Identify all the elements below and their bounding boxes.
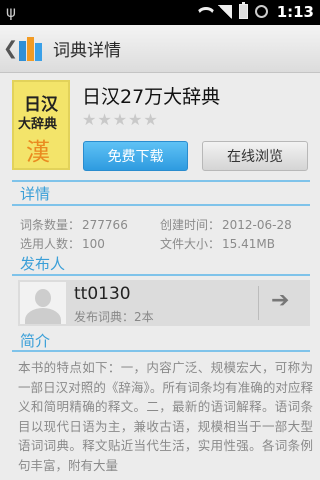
section-divider [12,350,310,352]
section-divider [12,180,310,182]
browse-online-button[interactable]: 在线浏览 [202,141,308,171]
star-icon: ★ [97,110,112,129]
book-cover-image: 日汉 大辞典 漢 [12,80,70,170]
publisher-card[interactable]: tt0130 发布词典：2本 ➔ [18,280,310,326]
section-divider [12,204,310,206]
free-download-button[interactable]: 免费下载 [83,141,188,171]
signal-icon [218,4,232,19]
details-heading: 详情 [20,185,51,203]
publisher-dict-count: 发布词典：2本 [74,310,154,324]
rating-stars: ★ ★ ★ ★ ★ [82,112,158,128]
book-title: 日汉27万大辞典 [82,86,221,108]
user-count: 选用人数： 100 [20,237,105,251]
app-logo-icon[interactable] [17,35,45,63]
file-size: 文件大小： 15.41MB [160,237,275,251]
star-icon: ★ [112,110,128,129]
star-icon: ★ [82,110,97,129]
status-time: 1:13 [276,3,314,21]
section-divider [12,274,310,276]
status-icons [195,2,268,19]
publisher-heading: 发布人 [20,255,66,273]
arrow-right-icon[interactable]: ➔ [271,288,289,313]
intro-heading: 简介 [20,332,51,350]
avatar [20,282,66,324]
card-divider [258,286,259,320]
intro-text: 本书的特点如下：一，内容广泛、规模宏大，可称为一部日汉对照的《辞海》。所有词条均… [18,360,313,473]
page-title: 词典详情 [53,41,121,61]
alarm-icon [255,5,268,18]
title-bar: ❮ 词典详情 [0,25,320,73]
usb-icon: ψ [6,3,16,21]
status-bar: ψ 1:13 [0,0,320,25]
entry-count: 词条数量： 277766 [20,218,128,232]
created-time: 创建时间： 2012-06-28 [160,218,292,232]
star-icon: ★ [143,110,158,129]
star-icon: ★ [128,110,143,129]
back-icon[interactable]: ❮ [3,38,18,59]
wifi-icon [195,5,211,19]
publisher-name: tt0130 [74,284,131,304]
battery-icon [239,2,248,19]
